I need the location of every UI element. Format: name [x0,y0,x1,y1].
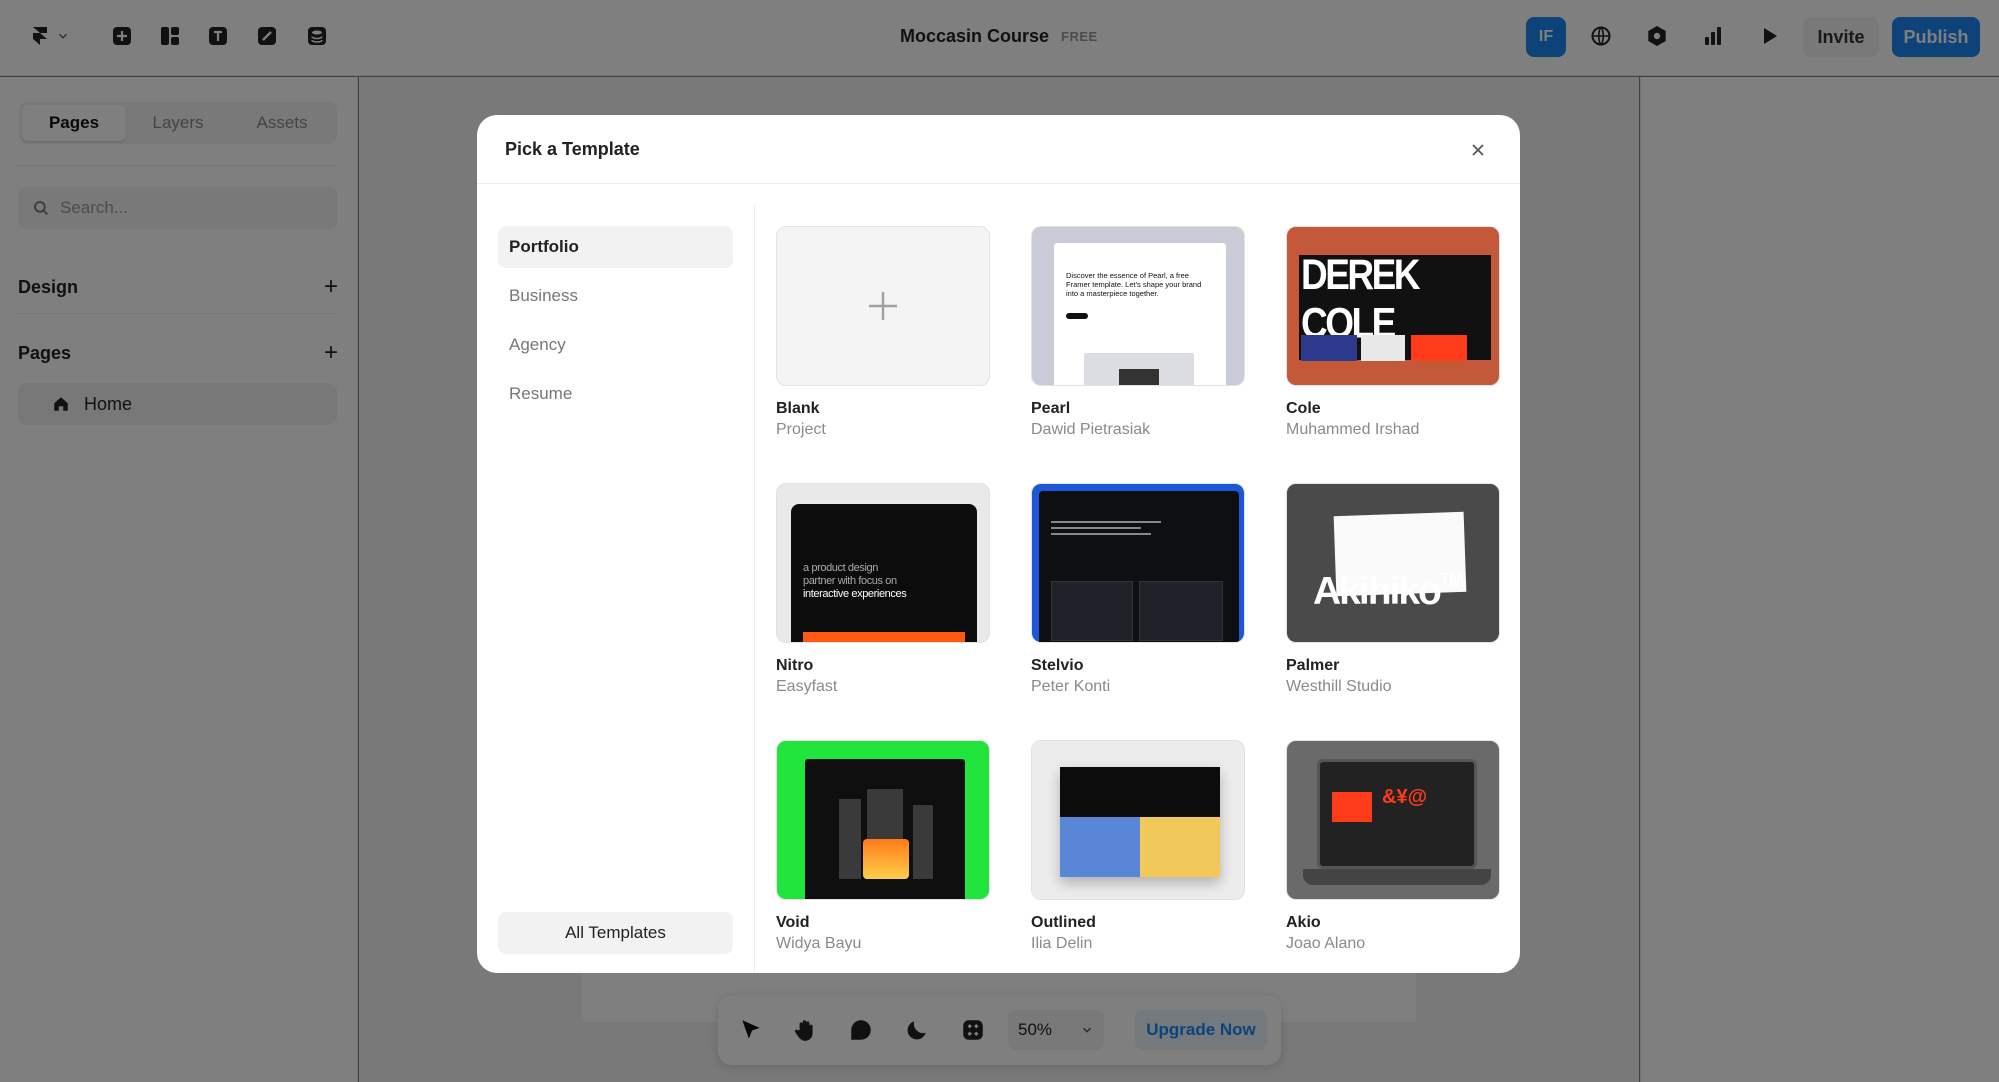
template-name: Palmer [1286,657,1340,674]
template-thumbnail [776,226,990,386]
pearl-preview-page: Discover the essence of Pearl, a free Fr… [1054,243,1226,385]
template-name: Outlined [1031,914,1096,931]
template-picker-modal: Pick a Template Portfolio Business Agenc… [477,115,1520,973]
template-thumbnail: a product design partner with focus on i… [776,483,990,643]
template-card-void[interactable]: Void Widya Bayu [776,740,990,953]
template-card-pearl[interactable]: Discover the essence of Pearl, a free Fr… [1031,226,1245,439]
template-author: Joao Alano [1286,935,1366,952]
category-portfolio[interactable]: Portfolio [498,226,733,268]
category-agency[interactable]: Agency [498,324,733,366]
template-author: Muhammed Irshad [1286,421,1420,438]
template-thumbnail: &¥@ [1286,740,1500,900]
template-name: Akio [1286,914,1321,931]
template-thumbnail [1031,740,1245,900]
template-author: Ilia Delin [1031,935,1093,952]
template-thumbnail: Discover the essence of Pearl, a free Fr… [1031,226,1245,386]
modal-divider [754,205,755,973]
template-card-palmer[interactable]: AkihikoTM Palmer Westhill Studio [1286,483,1500,696]
template-card-akio[interactable]: &¥@ Akio Joao Alano [1286,740,1500,953]
close-icon [1472,144,1484,156]
template-name: Pearl [1031,400,1071,417]
template-author: Widya Bayu [776,935,862,952]
all-templates-button[interactable]: All Templates [498,912,733,954]
nitro-preview-text: a product design partner with focus on i… [803,562,907,600]
modal-title: Pick a Template [505,138,640,159]
modal-header: Pick a Template [477,115,1520,184]
template-name: Nitro [776,657,814,674]
template-thumbnail: DEREK COLE [1286,226,1500,386]
template-card-nitro[interactable]: a product design partner with focus on i… [776,483,990,696]
template-name: Void [776,914,810,931]
pearl-preview-screen [1084,353,1194,385]
template-card-blank[interactable]: Blank Project [776,226,990,439]
category-resume[interactable]: Resume [498,373,733,415]
void-preview-screen [805,759,965,899]
stelvio-preview-screen [1039,491,1239,642]
template-name: Cole [1286,400,1321,417]
template-author: Peter Konti [1031,678,1111,695]
template-card-cole[interactable]: DEREK COLE Cole Muhammed Irshad [1286,226,1500,439]
plus-icon [869,292,897,320]
template-author: Easyfast [776,678,838,695]
palmer-preview-title: AkihikoTM [1313,570,1464,613]
template-card-stelvio[interactable]: Stelvio Peter Konti [1031,483,1245,696]
pearl-preview-button [1066,313,1088,319]
nitro-preview-banner [803,632,965,642]
akio-preview-laptop: &¥@ [1317,759,1477,869]
close-modal-button[interactable] [1466,138,1490,162]
outlined-preview-screen [1060,767,1220,877]
template-card-outlined[interactable]: Outlined Ilia Delin [1031,740,1245,953]
category-business[interactable]: Business [498,275,733,317]
template-author: Westhill Studio [1286,678,1392,695]
nitro-preview-screen: a product design partner with focus on i… [791,504,977,642]
template-author: Dawid Pietrasiak [1031,421,1151,438]
template-categories: Portfolio Business Agency Resume [498,226,733,422]
pearl-preview-text: Discover the essence of Pearl, a free Fr… [1066,271,1202,298]
template-name: Blank [776,400,820,417]
cole-preview-title: DEREK COLE [1301,251,1421,347]
template-thumbnail [1031,483,1245,643]
template-thumbnail: AkihikoTM [1286,483,1500,643]
akio-preview-glyphs: &¥@ [1382,786,1428,808]
template-name: Stelvio [1031,657,1084,674]
template-thumbnail [776,740,990,900]
template-author: Project [776,421,826,438]
cole-preview-strip [1301,335,1491,361]
